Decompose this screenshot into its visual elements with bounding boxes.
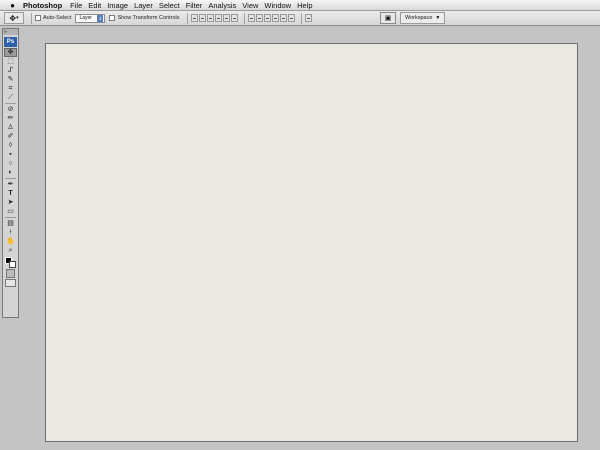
auto-select-label: Auto-Select <box>43 15 72 21</box>
collapse-icon: » <box>4 29 7 35</box>
menu-select[interactable]: Select <box>159 1 186 10</box>
distribute-right-icon[interactable] <box>287 14 295 22</box>
notes-tool-icon[interactable]: ▤ <box>4 219 17 228</box>
divider <box>5 103 16 104</box>
menu-window[interactable]: Window <box>264 1 297 10</box>
divider <box>5 178 16 179</box>
path-selection-tool-icon[interactable]: ➤ <box>4 198 17 207</box>
auto-select-target-value: Layer <box>79 15 92 21</box>
healing-brush-tool-icon[interactable]: ⊘ <box>4 105 17 114</box>
align-vertical-center-icon[interactable] <box>198 14 206 22</box>
auto-align-layers-icon[interactable] <box>304 14 312 22</box>
lasso-tool-icon[interactable]: ᔑ <box>4 66 17 75</box>
divider <box>300 12 302 24</box>
align-top-icon[interactable] <box>190 14 198 22</box>
move-tool-icon[interactable]: ✥ <box>4 48 17 57</box>
divider <box>186 12 188 24</box>
zoom-tool-icon[interactable]: ⌕ <box>4 246 17 255</box>
align-buttons <box>190 14 238 22</box>
apple-icon[interactable]: ● <box>0 1 20 10</box>
pen-tool-icon[interactable]: ✒ <box>4 180 17 189</box>
slice-tool-icon[interactable]: ⟋ <box>4 93 17 102</box>
distribute-top-icon[interactable] <box>247 14 255 22</box>
eyedropper-tool-icon[interactable]: ⟊ <box>4 228 17 237</box>
auto-select-checkbox[interactable] <box>35 15 41 21</box>
show-transform-label: Show Transform Controls <box>117 15 180 21</box>
distribute-vertical-center-icon[interactable] <box>255 14 263 22</box>
ps-logo[interactable]: Ps <box>4 37 17 47</box>
dropdown-arrow-icon: ⇕ <box>97 14 104 22</box>
bridge-icon: ▣ <box>384 15 392 22</box>
chevron-down-icon: ▼ <box>435 15 441 21</box>
distribute-bottom-icon[interactable] <box>263 14 271 22</box>
clone-stamp-tool-icon[interactable]: ♙ <box>4 123 17 132</box>
workspace-label: Workspace <box>405 15 433 21</box>
crop-tool-icon[interactable]: ⌗ <box>4 84 17 93</box>
tools-panel: » Ps ✥ ⬚ ᔑ ✎ ⌗ ⟋ ⊘ ✏ ♙ ✐ ◊ ▪ ○ ◐ ✒ T ➤ ▭… <box>2 28 19 318</box>
auto-align-buttons <box>304 14 312 22</box>
menu-view[interactable]: View <box>242 1 264 10</box>
divider <box>5 217 16 218</box>
history-brush-tool-icon[interactable]: ✐ <box>4 132 17 141</box>
menu-file[interactable]: File <box>70 1 88 10</box>
menu-photoshop[interactable]: Photoshop <box>20 1 70 10</box>
distribute-horizontal-center-icon[interactable] <box>279 14 287 22</box>
divider <box>243 12 245 24</box>
document-canvas[interactable] <box>45 43 578 442</box>
type-tool-icon[interactable]: T <box>4 189 17 198</box>
chevron-down-icon: ▾ <box>16 15 19 21</box>
eraser-tool-icon[interactable]: ◊ <box>4 141 17 150</box>
menu-image[interactable]: Image <box>107 1 134 10</box>
color-swatches <box>4 256 17 268</box>
tool-preset-picker[interactable]: ✥ ▾ <box>4 12 24 24</box>
menu-help[interactable]: Help <box>297 1 318 10</box>
quick-mask-icon[interactable] <box>6 269 15 278</box>
gradient-tool-icon[interactable]: ▪ <box>4 150 17 159</box>
background-color-swatch[interactable] <box>9 261 16 268</box>
tools-panel-collapse[interactable]: » <box>3 29 18 35</box>
options-bar-right: ▣ Workspace ▼ <box>380 12 446 24</box>
blur-tool-icon[interactable]: ○ <box>4 159 17 168</box>
auto-select-target-dropdown[interactable]: Layer ⇕ <box>75 13 106 23</box>
align-left-icon[interactable] <box>214 14 222 22</box>
show-transform-checkbox[interactable] <box>109 15 116 21</box>
quick-select-tool-icon[interactable]: ✎ <box>4 75 17 84</box>
menu-analysis[interactable]: Analysis <box>208 1 242 10</box>
divider <box>31 12 32 24</box>
align-horizontal-center-icon[interactable] <box>222 14 230 22</box>
brush-tool-icon[interactable]: ✏ <box>4 114 17 123</box>
dodge-tool-icon[interactable]: ◐ <box>4 168 17 177</box>
menu-layer[interactable]: Layer <box>134 1 159 10</box>
workspace-menu[interactable]: Workspace ▼ <box>400 12 446 24</box>
marquee-tool-icon[interactable]: ⬚ <box>4 57 17 66</box>
menu-filter[interactable]: Filter <box>186 1 209 10</box>
align-right-icon[interactable] <box>230 14 238 22</box>
options-bar: ✥ ▾ Auto-Select Layer ⇕ Show Transform Co… <box>0 11 600 26</box>
align-bottom-icon[interactable] <box>206 14 214 22</box>
distribute-left-icon[interactable] <box>271 14 279 22</box>
move-tool-icon: ✥ <box>9 13 17 23</box>
menu-edit[interactable]: Edit <box>88 1 107 10</box>
distribute-buttons <box>247 14 295 22</box>
hand-tool-icon[interactable]: ✋ <box>4 237 17 246</box>
screen-mode-icon[interactable] <box>5 279 16 287</box>
menu-bar: ● Photoshop File Edit Image Layer Select… <box>0 0 600 11</box>
go-to-bridge-button[interactable]: ▣ <box>380 12 396 24</box>
shape-tool-icon[interactable]: ▭ <box>4 207 17 216</box>
